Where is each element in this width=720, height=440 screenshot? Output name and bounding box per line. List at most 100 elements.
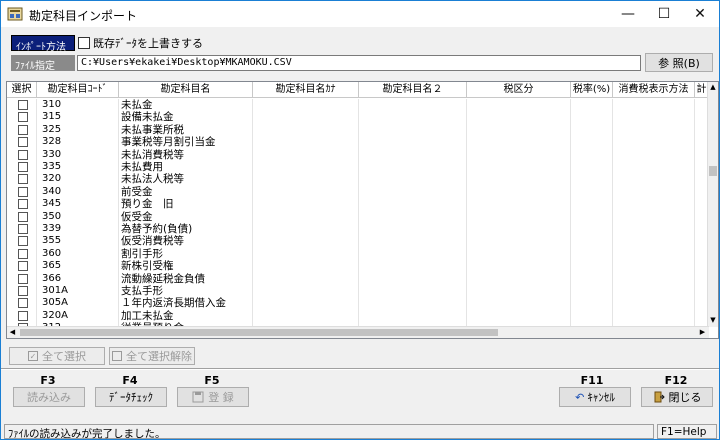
column-divider: [694, 148, 695, 161]
row-select-checkbox[interactable]: [18, 224, 28, 234]
account-grid[interactable]: 選択 勘定科目ｺｰﾄﾞ 勘定科目名 勘定科目名ｶﾅ 勘定科目名２ 税区分 税率(…: [6, 81, 719, 339]
column-divider: [358, 235, 359, 248]
column-header-tax-display[interactable]: 消費税表示方法: [613, 82, 695, 98]
column-header-name[interactable]: 勘定科目名: [119, 82, 253, 98]
close-dialog-button[interactable]: 閉じる: [641, 387, 713, 407]
table-row[interactable]: 325 未払事業所税: [7, 123, 709, 137]
scroll-down-icon[interactable]: ▼: [708, 315, 718, 326]
help-hint: F1=Help: [657, 424, 717, 439]
select-all-button[interactable]: ✓ 全て選択: [9, 347, 105, 365]
column-divider: [466, 297, 467, 310]
column-divider: [252, 210, 253, 223]
row-select-checkbox[interactable]: [18, 199, 28, 210]
horizontal-scroll-thumb[interactable]: [20, 329, 498, 336]
app-icon: [7, 7, 23, 21]
table-row[interactable]: 350 仮受金: [7, 210, 709, 223]
scroll-right-icon[interactable]: ▶: [697, 327, 708, 338]
table-row[interactable]: 310 未払金: [7, 99, 709, 112]
scroll-up-icon[interactable]: ▲: [708, 82, 718, 93]
table-row[interactable]: 360 割引手形: [7, 247, 709, 261]
column-divider: [694, 136, 695, 149]
column-divider: [694, 260, 695, 273]
row-select-checkbox[interactable]: [18, 149, 28, 160]
column-divider: [694, 173, 695, 186]
column-divider: [358, 111, 359, 124]
column-divider: [570, 148, 571, 161]
row-select-checkbox[interactable]: [18, 186, 28, 197]
column-header-name2[interactable]: 勘定科目名２: [359, 82, 467, 98]
column-divider: [118, 161, 119, 174]
column-divider: [358, 297, 359, 310]
column-divider: [466, 185, 467, 199]
table-row[interactable]: 335 未払費用: [7, 161, 709, 174]
table-row[interactable]: 305A １年内返済長期借入金: [7, 297, 709, 310]
column-divider: [694, 247, 695, 261]
file-path-input[interactable]: C:¥Users¥ekakei¥Desktop¥MKAMOKU.CSV: [77, 55, 641, 71]
table-row[interactable]: 320A 加工未払金: [7, 309, 709, 323]
table-row[interactable]: 366 流動繰延税金負債: [7, 272, 709, 285]
column-divider: [612, 198, 613, 211]
column-header-select[interactable]: 選択: [7, 82, 37, 98]
table-row[interactable]: 365 新株引受権: [7, 260, 709, 273]
table-row[interactable]: 355 仮受消費税等: [7, 235, 709, 248]
row-select-checkbox[interactable]: [18, 261, 28, 272]
table-row[interactable]: 345 預り金 旧: [7, 198, 709, 211]
load-button[interactable]: 読み込み: [13, 387, 85, 407]
horizontal-scrollbar[interactable]: ◀ ▶: [7, 326, 709, 338]
data-check-button[interactable]: ﾃﾞｰﾀﾁｪｯｸ: [95, 387, 167, 407]
column-divider: [118, 123, 119, 137]
column-header-code[interactable]: 勘定科目ｺｰﾄﾞ: [37, 82, 119, 98]
register-button[interactable]: 登 録: [177, 387, 249, 407]
row-select-checkbox[interactable]: [18, 137, 28, 148]
scroll-thumb[interactable]: [709, 166, 717, 176]
f5-key-label: F5: [204, 374, 220, 387]
f3-key-label: F3: [40, 374, 56, 387]
table-row[interactable]: 328 事業税等月割引当金: [7, 136, 709, 149]
table-row[interactable]: 339 為替予約(負債): [7, 223, 709, 236]
column-divider: [36, 309, 37, 323]
account-name-cell: 仮受消費税等: [121, 235, 184, 248]
column-header-tax-class[interactable]: 税区分: [467, 82, 571, 98]
row-select-checkbox[interactable]: [18, 112, 28, 123]
row-select-checkbox[interactable]: [18, 162, 28, 172]
scroll-left-icon[interactable]: ◀: [7, 327, 18, 338]
overwrite-checkbox[interactable]: [78, 37, 90, 49]
close-button[interactable]: ✕: [677, 1, 720, 27]
vertical-scrollbar[interactable]: ▲ ▼: [707, 82, 718, 327]
account-code-cell: 340: [42, 185, 62, 197]
table-row[interactable]: 340 前受金: [7, 185, 709, 199]
table-row[interactable]: 330 未払消費税等: [7, 148, 709, 161]
account-code-cell: 339: [42, 223, 62, 234]
register-label: 登 録: [208, 391, 234, 404]
table-row[interactable]: 315 設備未払金: [7, 111, 709, 124]
account-code-cell: 355: [42, 235, 62, 247]
column-divider: [694, 272, 695, 285]
minimize-icon: —: [621, 6, 635, 22]
column-header-kana[interactable]: 勘定科目名ｶﾅ: [253, 82, 359, 98]
row-select-checkbox[interactable]: [18, 310, 28, 321]
row-select-checkbox[interactable]: [18, 236, 28, 247]
column-divider: [252, 148, 253, 161]
column-divider: [612, 136, 613, 149]
account-name-cell: 仮受金: [121, 210, 153, 223]
deselect-all-button[interactable]: 全て選択解除: [109, 347, 195, 365]
column-divider: [612, 272, 613, 285]
cancel-button[interactable]: ↶ ｷｬﾝｾﾙ: [559, 387, 631, 407]
row-select-checkbox[interactable]: [18, 248, 28, 259]
row-select-checkbox[interactable]: [18, 211, 28, 222]
row-select-checkbox[interactable]: [18, 100, 28, 110]
account-name-cell: １年内返済長期借入金: [121, 297, 226, 310]
column-divider: [118, 223, 119, 236]
row-select-checkbox[interactable]: [18, 174, 28, 185]
column-header-tax-rate[interactable]: 税率(%): [571, 82, 613, 98]
browse-button[interactable]: 参 照(B): [645, 53, 713, 72]
column-divider: [118, 247, 119, 261]
table-row[interactable]: 301A 支払手形: [7, 285, 709, 298]
row-select-checkbox[interactable]: [18, 273, 28, 284]
row-select-checkbox[interactable]: [18, 124, 28, 135]
table-row[interactable]: 320 未払法人税等: [7, 173, 709, 186]
row-select-checkbox[interactable]: [18, 298, 28, 309]
row-select-checkbox[interactable]: [18, 286, 28, 296]
account-code-cell: 325: [42, 123, 62, 135]
column-divider: [612, 247, 613, 261]
